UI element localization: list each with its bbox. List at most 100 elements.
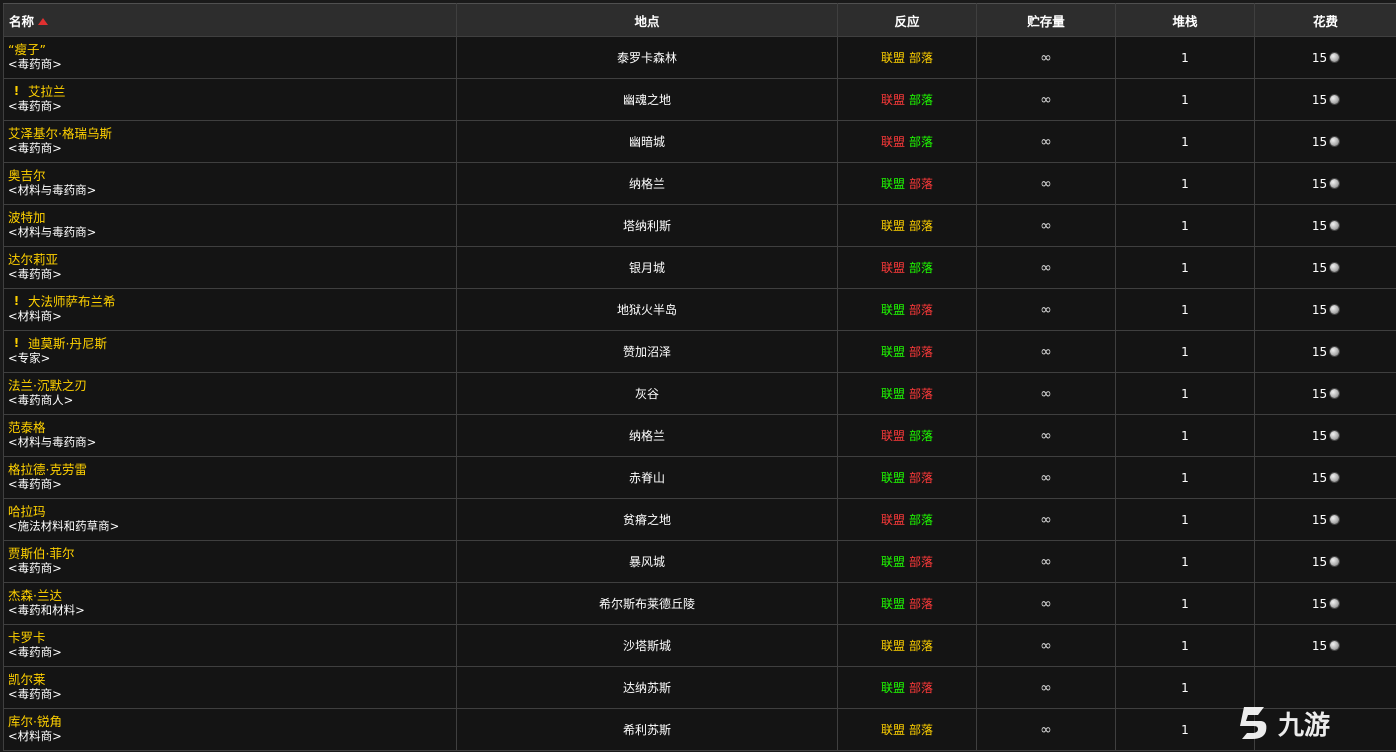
npc-name-link[interactable]: 哈拉玛	[8, 504, 456, 519]
location-link[interactable]: 灰谷	[635, 387, 659, 401]
npc-name[interactable]: 杰森·兰达	[8, 588, 62, 603]
cell-reaction: 联盟 部落	[837, 540, 977, 583]
location-link[interactable]: 希利苏斯	[623, 723, 671, 737]
npc-name-link[interactable]: 奥吉尔	[8, 168, 456, 183]
npc-name-link[interactable]: 达尔莉亚	[8, 252, 456, 267]
cost-value: 15	[1311, 50, 1328, 65]
location-link[interactable]: 银月城	[629, 261, 665, 275]
cell-location: 纳格兰	[456, 162, 838, 205]
npc-name-link[interactable]: “瘦子”	[8, 42, 456, 57]
cell-stock: ∞	[976, 36, 1116, 79]
npc-name-link[interactable]: 杰森·兰达	[8, 588, 456, 603]
column-header-cost[interactable]: 花费	[1254, 3, 1396, 37]
npc-name[interactable]: 卡罗卡	[8, 630, 46, 645]
cell-name: 范泰格 <材料与毒药商>	[3, 414, 457, 457]
npc-name-link[interactable]: 库尔·锐角	[8, 714, 456, 729]
npc-name-link[interactable]: 卡罗卡	[8, 630, 456, 645]
location-link[interactable]: 纳格兰	[629, 429, 665, 443]
column-header-location[interactable]: 地点	[456, 3, 838, 37]
location-link[interactable]: 希尔斯布莱德丘陵	[599, 597, 695, 611]
location-link[interactable]: 泰罗卡森林	[617, 51, 677, 65]
npc-name[interactable]: 波特加	[8, 210, 46, 225]
npc-title: <材料与毒药商>	[8, 225, 97, 239]
npc-name[interactable]: 哈拉玛	[8, 504, 46, 519]
stack-value: 1	[1181, 344, 1189, 359]
cell-stack: 1	[1115, 414, 1255, 457]
location-link[interactable]: 赞加沼泽	[623, 345, 671, 359]
watermark-logo: 九游	[1238, 699, 1388, 747]
stack-value: 1	[1181, 386, 1189, 401]
sort-ascending-icon	[38, 17, 49, 25]
table-row: 贾斯伯·菲尔 <毒药商> 暴风城 联盟 部落 ∞ 1 15	[3, 540, 1396, 583]
stock-value: ∞	[1040, 49, 1052, 66]
stack-value: 1	[1181, 512, 1189, 527]
cost-value: 15	[1311, 260, 1328, 275]
location-link[interactable]: 地狱火半岛	[617, 303, 677, 317]
npc-name[interactable]: 范泰格	[8, 420, 46, 435]
cell-stack: 1	[1115, 582, 1255, 625]
npc-name-link[interactable]: 艾泽基尔·格瑞乌斯	[8, 126, 456, 141]
stack-value: 1	[1181, 218, 1189, 233]
cell-stack: 1	[1115, 666, 1255, 709]
npc-name[interactable]: 达尔莉亚	[8, 252, 58, 267]
npc-name[interactable]: 凯尔莱	[8, 672, 46, 687]
stack-value: 1	[1181, 428, 1189, 443]
location-link[interactable]: 达纳苏斯	[623, 681, 671, 695]
column-header-name[interactable]: 名称	[3, 3, 457, 37]
table-row: 范泰格 <材料与毒药商> 纳格兰 联盟 部落 ∞ 1 15	[3, 414, 1396, 457]
location-link[interactable]: 贫瘠之地	[623, 513, 671, 527]
cell-reaction: 联盟 部落	[837, 78, 977, 121]
column-header-stock[interactable]: 贮存量	[976, 3, 1116, 37]
npc-name-link[interactable]: ! 迪莫斯·丹尼斯	[8, 336, 456, 351]
reaction-alliance: 联盟	[880, 681, 905, 695]
location-link[interactable]: 纳格兰	[629, 177, 665, 191]
npc-name-link[interactable]: ! 大法师萨布兰希	[8, 294, 456, 309]
reaction-horde: 部落	[909, 345, 934, 359]
reaction-alliance: 联盟	[880, 639, 905, 653]
stack-value: 1	[1181, 92, 1189, 107]
npc-name-link[interactable]: 法兰·沉默之刃	[8, 378, 456, 393]
npc-name-link[interactable]: 凯尔莱	[8, 672, 456, 687]
npc-name-link[interactable]: 贾斯伯·菲尔	[8, 546, 456, 561]
location-link[interactable]: 幽魂之地	[623, 93, 671, 107]
npc-name[interactable]: “瘦子”	[8, 42, 46, 57]
reaction-horde: 部落	[909, 723, 934, 737]
npc-title: <施法材料和药草商>	[8, 519, 120, 533]
location-link[interactable]: 幽暗城	[629, 135, 665, 149]
reaction-alliance: 联盟	[880, 303, 905, 317]
npc-name[interactable]: 奥吉尔	[8, 168, 46, 183]
npc-name-link[interactable]: 格拉德·克劳雷	[8, 462, 456, 477]
npc-name-link[interactable]: 波特加	[8, 210, 456, 225]
cell-stock: ∞	[976, 456, 1116, 499]
cell-stack: 1	[1115, 36, 1255, 79]
column-header-stack[interactable]: 堆栈	[1115, 3, 1255, 37]
cell-name: 卡罗卡 <毒药商>	[3, 624, 457, 667]
cell-location: 泰罗卡森林	[456, 36, 838, 79]
npc-name-link[interactable]: ! 艾拉兰	[8, 84, 456, 99]
npc-name[interactable]: 艾泽基尔·格瑞乌斯	[8, 126, 112, 141]
reaction-alliance: 联盟	[880, 471, 905, 485]
npc-name[interactable]: 艾拉兰	[28, 84, 66, 99]
reaction-horde: 部落	[909, 93, 934, 107]
npc-name[interactable]: 法兰·沉默之刃	[8, 378, 87, 393]
location-link[interactable]: 沙塔斯城	[623, 639, 671, 653]
npc-name[interactable]: 格拉德·克劳雷	[8, 462, 87, 477]
reaction-alliance: 联盟	[880, 93, 905, 107]
npc-title: <毒药商>	[8, 99, 62, 113]
npc-name[interactable]: 库尔·锐角	[8, 714, 62, 729]
npc-name-link[interactable]: 范泰格	[8, 420, 456, 435]
npc-name[interactable]: 贾斯伯·菲尔	[8, 546, 74, 561]
table-row: “瘦子” <毒药商> 泰罗卡森林 联盟 部落 ∞ 1 15	[3, 36, 1396, 79]
cell-cost: 15	[1254, 78, 1396, 121]
cost-value: 15	[1311, 470, 1328, 485]
cell-reaction: 联盟 部落	[837, 456, 977, 499]
location-link[interactable]: 赤脊山	[629, 471, 665, 485]
npc-name[interactable]: 大法师萨布兰希	[28, 294, 116, 309]
location-link[interactable]: 塔纳利斯	[623, 219, 671, 233]
cell-location: 银月城	[456, 246, 838, 289]
column-header-reaction[interactable]: 反应	[837, 3, 977, 37]
npc-name[interactable]: 迪莫斯·丹尼斯	[28, 336, 107, 351]
reaction-horde: 部落	[909, 219, 934, 233]
location-link[interactable]: 暴风城	[629, 555, 665, 569]
cell-name: 达尔莉亚 <毒药商>	[3, 246, 457, 289]
